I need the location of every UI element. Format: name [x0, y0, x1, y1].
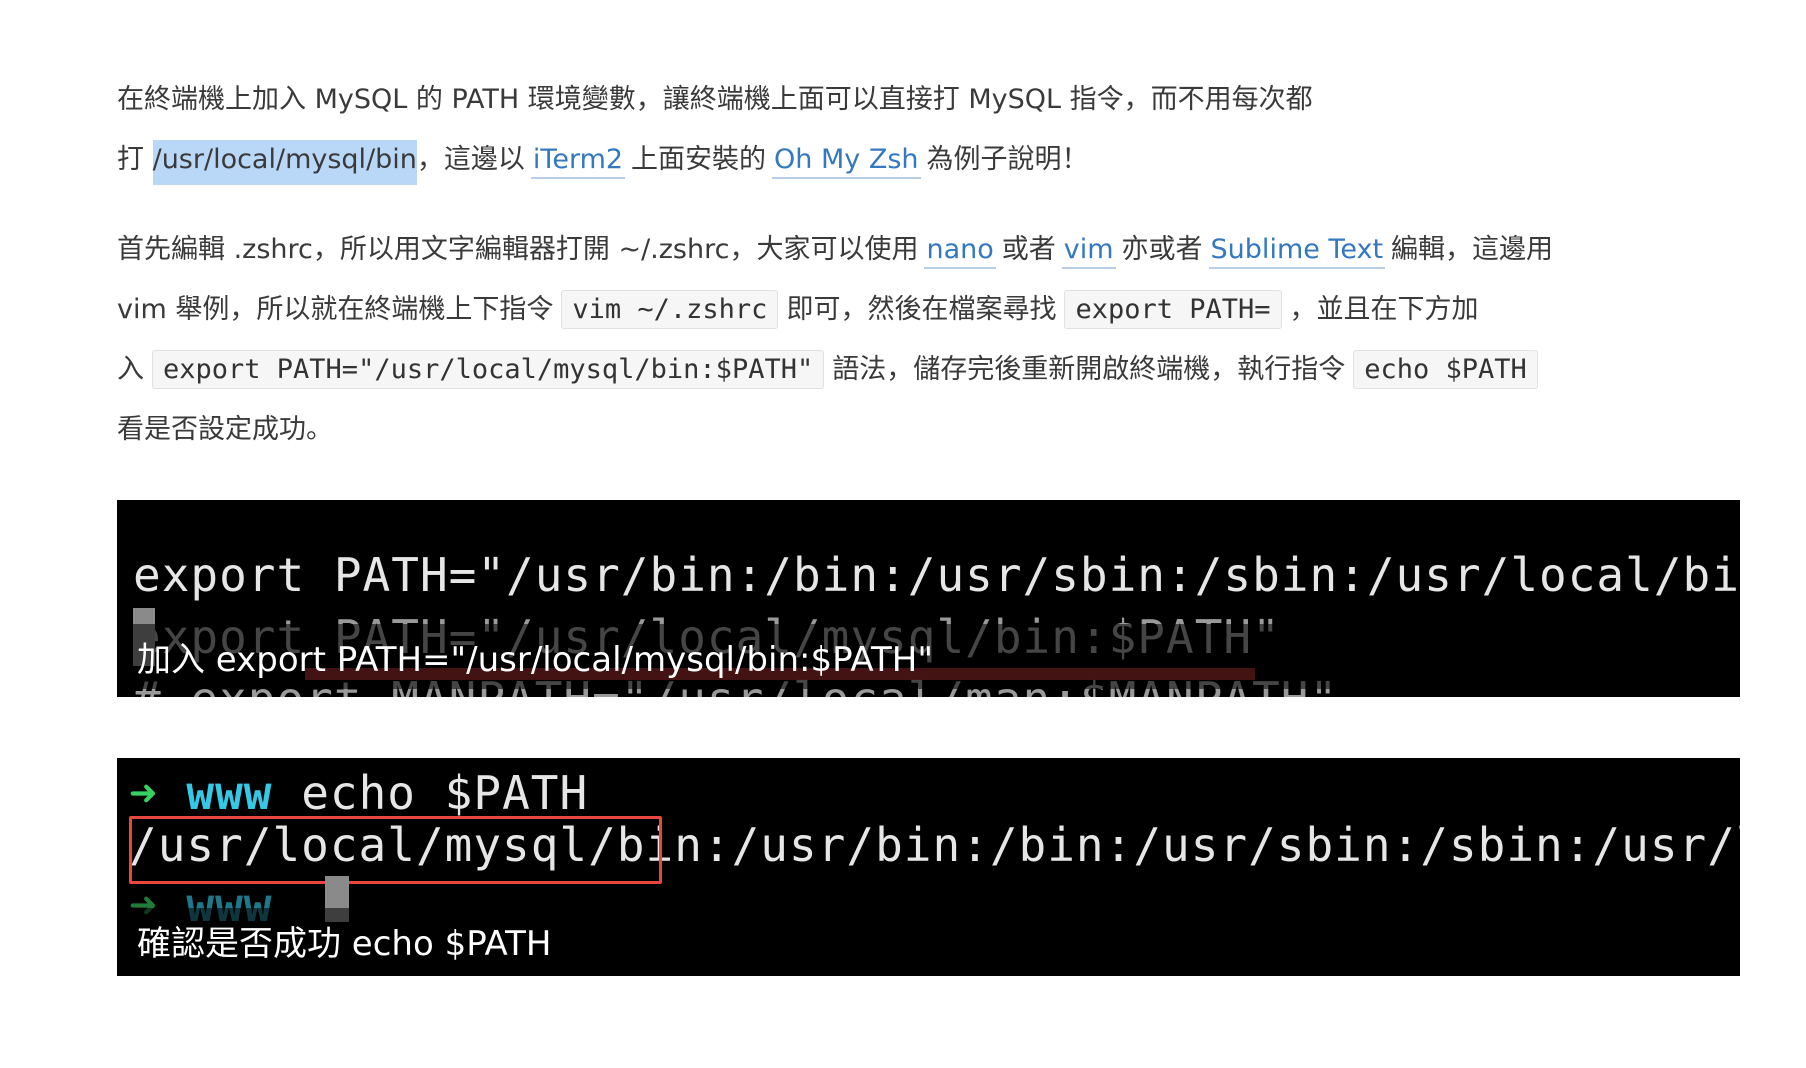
- text: 打: [117, 144, 153, 175]
- link-nano[interactable]: nano: [924, 234, 996, 269]
- paragraph-line: 看是否設定成功。: [117, 400, 1737, 460]
- inline-code-export-path: export PATH="/usr/local/mysql/bin:$PATH": [152, 350, 825, 389]
- link-sublime-text[interactable]: Sublime Text: [1208, 234, 1386, 269]
- article-body: 在終端機上加入 MySQL 的 PATH 環境變數，讓終端機上面可以直接打 My…: [117, 70, 1737, 490]
- text: vim 舉例，所以就在終端機上下指令: [117, 294, 554, 325]
- text: ，這邊以: [416, 144, 525, 175]
- text: 在終端機上加入 MySQL 的 PATH 環境變數，讓終端機上面可以直接打 My…: [117, 84, 1313, 115]
- text: 編輯，這邊用: [1391, 234, 1554, 265]
- paragraph-line: 入 export PATH="/usr/local/mysql/bin:$PATH…: [117, 340, 1737, 400]
- paragraph-line: vim 舉例，所以就在終端機上下指令 vim ~/.zshrc 即可，然後在檔案尋找…: [117, 280, 1737, 340]
- arrow-right-icon: ➜: [129, 766, 158, 820]
- text: 語法，儲存完後重新開啟終端機，執行指令: [832, 354, 1346, 385]
- prompt-directory: www: [186, 766, 273, 820]
- paragraph-intro: 在終端機上加入 MySQL 的 PATH 環境變數，讓終端機上面可以直接打 My…: [117, 70, 1737, 190]
- text: 看是否設定成功。: [117, 414, 333, 445]
- link-vim[interactable]: vim: [1061, 234, 1116, 269]
- link-oh-my-zsh[interactable]: Oh My Zsh: [772, 144, 921, 179]
- red-box-annotation: [129, 816, 662, 884]
- text: 為例子說明！: [926, 144, 1089, 175]
- inline-code-export: export PATH=: [1064, 290, 1282, 329]
- selected-text[interactable]: /usr/local/mysql/bin: [152, 140, 417, 185]
- terminal-prompt-line: ➜ www echo $PATH: [129, 766, 588, 820]
- inline-code-echo: echo $PATH: [1353, 350, 1538, 389]
- text: 入: [117, 354, 144, 385]
- text: 即可，然後在檔案尋找: [786, 294, 1057, 325]
- text: 上面安裝的: [631, 144, 767, 175]
- output-rest: /usr/bin:/bin:/usr/sbin:/sbin:/usr/local…: [731, 818, 1740, 872]
- terminal-line: export PATH="/usr/bin:/bin:/usr/sbin:/sb…: [133, 548, 1740, 602]
- terminal-screenshot-zshrc: export PATH="/usr/bin:/bin:/usr/sbin:/sb…: [117, 500, 1740, 697]
- text: 亦或者: [1121, 234, 1203, 265]
- paragraph-line: 打 /usr/local/mysql/bin，這邊以 iTerm2 上面安裝的 Oh …: [117, 130, 1737, 190]
- paragraph-instructions: 首先編輯 .zshrc，所以用文字編輯器打開 ~/.zshrc，大家可以使用 na…: [117, 220, 1737, 460]
- terminal-command: echo $PATH: [301, 766, 589, 820]
- image-caption: 加入 export PATH="/usr/local/mysql/bin:$PA…: [117, 624, 1740, 689]
- text: 首先編輯 .zshrc，所以用文字編輯器打開 ~/.zshrc，大家可以使用: [117, 234, 919, 265]
- text: 或者: [1001, 234, 1056, 265]
- paragraph-line: 在終端機上加入 MySQL 的 PATH 環境變數，讓終端機上面可以直接打 My…: [117, 70, 1737, 130]
- inline-code-vim: vim ~/.zshrc: [561, 290, 779, 329]
- text: ，並且在下方加: [1289, 294, 1479, 325]
- image-caption: 確認是否成功 echo $PATH: [117, 908, 1740, 973]
- terminal-screenshot-echo: ➜ www echo $PATH /usr/local/mysql/bin:/u…: [117, 758, 1740, 976]
- paragraph-line: 首先編輯 .zshrc，所以用文字編輯器打開 ~/.zshrc，大家可以使用 na…: [117, 220, 1737, 280]
- link-iterm2[interactable]: iTerm2: [530, 144, 626, 179]
